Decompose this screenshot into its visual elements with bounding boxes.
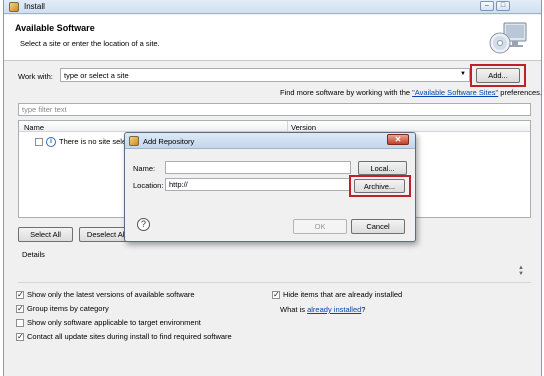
work-with-combo[interactable]: type or select a site ▼ bbox=[60, 68, 470, 82]
page-subtitle: Select a site or enter the location of a… bbox=[20, 39, 160, 48]
close-icon[interactable]: ✕ bbox=[387, 134, 409, 145]
what-is-suffix: ? bbox=[361, 305, 366, 314]
ok-button[interactable]: OK bbox=[293, 219, 347, 234]
window-title: Install bbox=[24, 2, 45, 11]
what-is-installed-text: What is already installed? bbox=[280, 305, 365, 314]
details-scroll-icon[interactable]: ▲ ▼ bbox=[518, 265, 524, 277]
add-repository-dialog: Add Repository ✕ Name: Local... Location… bbox=[124, 132, 416, 242]
select-all-button[interactable]: Select All bbox=[18, 227, 73, 242]
install-app-icon bbox=[9, 2, 19, 12]
column-name[interactable]: Name bbox=[24, 123, 44, 132]
group-by-category-checkbox[interactable] bbox=[16, 304, 24, 313]
latest-versions-checkbox[interactable] bbox=[16, 290, 24, 299]
tree-header: Name Version bbox=[19, 121, 530, 132]
info-icon: i bbox=[46, 137, 56, 147]
minimize-icon[interactable]: – bbox=[480, 1, 494, 11]
name-field[interactable] bbox=[165, 161, 351, 174]
details-area bbox=[18, 259, 531, 283]
column-version[interactable]: Version bbox=[291, 123, 316, 132]
target-environment-label: Show only software applicable to target … bbox=[27, 318, 201, 327]
find-more-prefix: Find more software by working with the bbox=[280, 88, 413, 97]
location-field[interactable]: http:// bbox=[165, 178, 351, 191]
column-divider[interactable] bbox=[287, 121, 288, 132]
target-environment-checkbox[interactable] bbox=[16, 319, 24, 327]
latest-versions-label: Show only the latest versions of availab… bbox=[27, 290, 195, 299]
dropdown-arrow-icon[interactable]: ▼ bbox=[460, 71, 466, 77]
work-with-value: type or select a site bbox=[64, 71, 129, 80]
cancel-button[interactable]: Cancel bbox=[351, 219, 405, 234]
location-label: Location: bbox=[133, 181, 164, 190]
dialog-title: Add Repository bbox=[143, 137, 195, 146]
tree-row-checkbox[interactable] bbox=[35, 138, 43, 146]
contact-sites-checkbox[interactable] bbox=[16, 332, 24, 341]
already-installed-link[interactable]: already installed bbox=[307, 305, 361, 314]
page-title: Available Software bbox=[15, 23, 95, 33]
what-is-prefix: What is bbox=[280, 305, 308, 314]
filter-input[interactable]: type filter text bbox=[18, 103, 531, 116]
find-more-text: Find more software by working with the "… bbox=[280, 88, 542, 97]
page-header: Available Software Select a site or ente… bbox=[4, 15, 541, 61]
archive-button[interactable]: Archive... bbox=[354, 179, 405, 193]
maximize-icon[interactable]: □ bbox=[496, 1, 510, 11]
work-with-label: Work with: bbox=[18, 72, 53, 81]
find-more-suffix: preferences. bbox=[498, 88, 542, 97]
local-button[interactable]: Local... bbox=[358, 161, 407, 175]
name-label: Name: bbox=[133, 164, 156, 173]
details-label: Details bbox=[22, 250, 45, 259]
hide-installed-label: Hide items that are already installed bbox=[283, 290, 403, 299]
group-by-category-label: Group items by category bbox=[27, 304, 109, 313]
dialog-app-icon bbox=[129, 136, 139, 146]
title-bar[interactable]: Install – □ bbox=[4, 0, 541, 14]
dialog-title-bar[interactable]: Add Repository ✕ bbox=[125, 133, 415, 149]
install-cd-icon bbox=[489, 22, 527, 54]
available-sites-link[interactable]: "Available Software Sites" bbox=[412, 88, 498, 97]
hide-installed-checkbox[interactable] bbox=[272, 290, 280, 299]
contact-sites-label: Contact all update sites during install … bbox=[27, 332, 232, 341]
add-site-button[interactable]: Add... bbox=[476, 68, 520, 83]
help-icon[interactable]: ? bbox=[137, 218, 150, 231]
